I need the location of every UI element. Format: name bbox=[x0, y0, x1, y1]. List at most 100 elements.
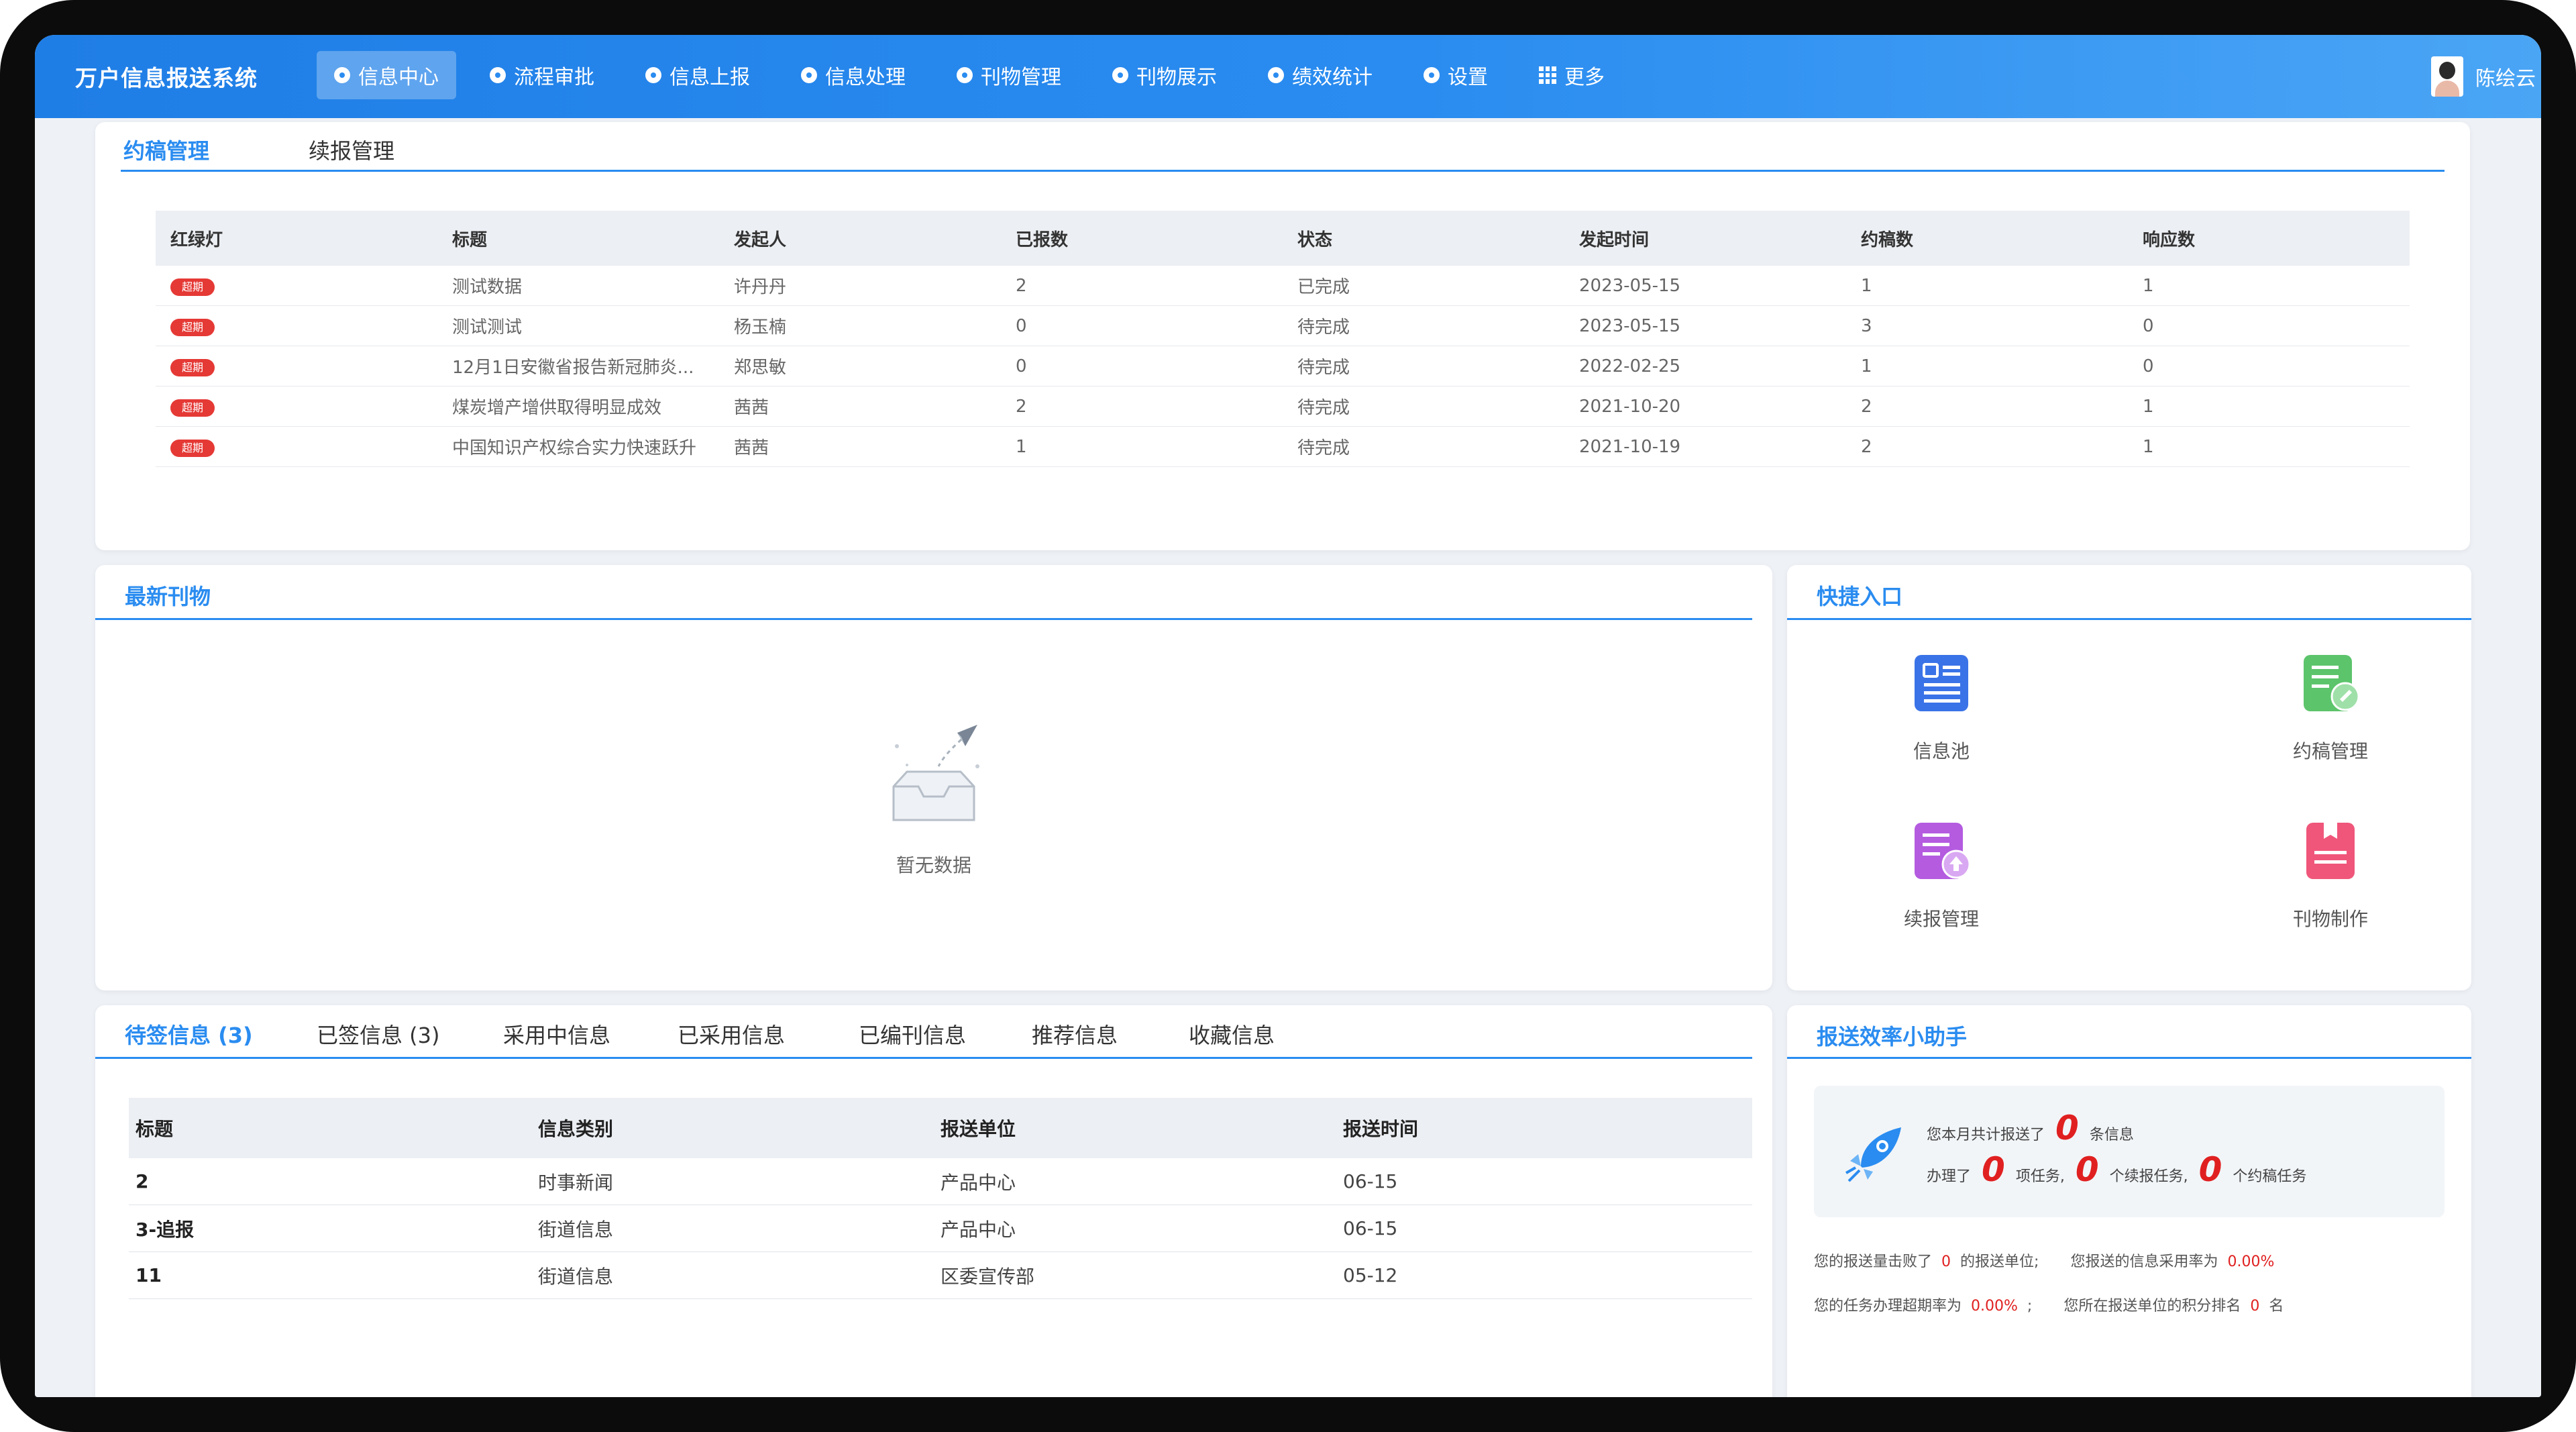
quick-entry-pub-make[interactable]: 刊物制作 bbox=[2230, 820, 2431, 931]
cell-time: 2023-05-15 bbox=[1579, 275, 1681, 296]
col-header: 已报数 bbox=[1016, 229, 1069, 250]
avatar bbox=[2431, 56, 2463, 97]
nav-item-performance[interactable]: 绩效统计 bbox=[1250, 51, 1390, 99]
nav-item-processing[interactable]: 信息处理 bbox=[784, 51, 923, 99]
cell-initiator: 茜茜 bbox=[734, 438, 769, 458]
cell-reported: 2 bbox=[1016, 275, 1027, 296]
cell-title: 煤炭增产增供取得明显成效 bbox=[452, 398, 662, 418]
table-row[interactable]: 3-追报 街道信息 产品中心 06-15 bbox=[129, 1205, 1752, 1252]
col-header: 发起时间 bbox=[1579, 229, 1650, 250]
nav-item-info-center[interactable]: 信息中心 bbox=[317, 51, 456, 99]
circle-dot-icon bbox=[645, 67, 661, 83]
table-row[interactable]: 超期 测试测试 杨玉楠 0 待完成 2023-05-15 3 0 bbox=[156, 306, 2410, 346]
manuscript-table: 红绿灯 标题 发起人 已报数 状态 发起时间 约稿数 响应数 超期 测试数据 许… bbox=[156, 211, 2410, 467]
rocket-icon bbox=[1845, 1127, 1901, 1182]
status-badge: 超期 bbox=[170, 319, 215, 336]
table-header: 红绿灯 标题 发起人 已报数 状态 发起时间 约稿数 响应数 bbox=[156, 211, 2410, 266]
tab-favorites[interactable]: 收藏信息 bbox=[1189, 1019, 1275, 1050]
cell-category: 街道信息 bbox=[538, 1218, 614, 1241]
cell-initiator: 许丹丹 bbox=[734, 277, 787, 297]
table-row[interactable]: 超期 12月1日安徽省报告新冠肺炎... 郑思敏 0 待完成 2022-02-2… bbox=[156, 346, 2410, 387]
efficiency-stats-2: 您的任务办理超期率为 0.00%; 您所在报送单位的积分排名 0 名 bbox=[1814, 1298, 2284, 1315]
nav-item-settings[interactable]: 设置 bbox=[1406, 51, 1505, 99]
cell-time: 2021-10-19 bbox=[1579, 436, 1681, 457]
manuscript-tabs: 约稿管理 续报管理 bbox=[121, 122, 2445, 172]
document-list-icon bbox=[1915, 655, 1968, 711]
cell-title: 3-追报 bbox=[136, 1218, 195, 1241]
tab-followup[interactable]: 续报管理 bbox=[309, 134, 394, 165]
top-navigation-bar: 万户信息报送系统 信息中心 流程审批 信息上报 信息处理 刊物管理 刊物展示 绩… bbox=[35, 35, 2541, 118]
quick-entry-followup[interactable]: 续报管理 bbox=[1841, 820, 2042, 931]
app-screen: 万户信息报送系统 信息中心 流程审批 信息上报 信息处理 刊物管理 刊物展示 绩… bbox=[35, 35, 2541, 1397]
tab-pending-sign[interactable]: 待签信息 (3) bbox=[125, 1019, 253, 1050]
reported-count: 0 bbox=[2055, 1109, 2079, 1147]
efficiency-summary: 您本月共计报送了 0 条信息 办理了 0 项任务, 0 个续报任务, 0 个约稿… bbox=[1814, 1086, 2445, 1217]
table-row[interactable]: 超期 中国知识产权综合实力快速跃升 茜茜 1 待完成 2021-10-19 2 … bbox=[156, 427, 2410, 467]
cell-time: 06-15 bbox=[1343, 1170, 1398, 1192]
tab-adopted[interactable]: 已采用信息 bbox=[678, 1019, 785, 1050]
table-row[interactable]: 超期 煤炭增产增供取得明显成效 茜茜 2 待完成 2021-10-20 2 1 bbox=[156, 387, 2410, 427]
main-nav: 信息中心 流程审批 信息上报 信息处理 刊物管理 刊物展示 绩效统计 设置 更多 bbox=[317, 51, 1638, 99]
circle-dot-icon bbox=[1268, 67, 1284, 83]
cell-title: 中国知识产权综合实力快速跃升 bbox=[452, 438, 697, 458]
cell-status: 待完成 bbox=[1297, 398, 1350, 418]
cell-initiator: 茜茜 bbox=[734, 398, 769, 418]
tab-published[interactable]: 已编刊信息 bbox=[859, 1019, 966, 1050]
circle-dot-icon bbox=[490, 67, 506, 83]
tab-signed[interactable]: 已签信息 (3) bbox=[317, 1019, 440, 1050]
quick-entry-label: 续报管理 bbox=[1903, 908, 1979, 930]
cell-requests: 3 bbox=[1861, 315, 1872, 336]
empty-inbox-icon bbox=[892, 725, 979, 821]
tab-recommended[interactable]: 推荐信息 bbox=[1032, 1019, 1118, 1050]
cell-time: 2023-05-15 bbox=[1579, 315, 1681, 336]
document-upload-icon bbox=[1915, 823, 1971, 879]
cell-responses: 1 bbox=[2143, 275, 2154, 296]
cell-requests: 1 bbox=[1861, 275, 1872, 296]
efficiency-panel: 报送效率小助手 您本月共计报送了 0 条信息 办理了 0 项任务, 0 个续报任… bbox=[1787, 1005, 2471, 1397]
manuscript-panel: 约稿管理 续报管理 红绿灯 标题 发起人 已报数 状态 发起时间 约稿数 响应数… bbox=[95, 122, 2470, 550]
cell-responses: 1 bbox=[2143, 436, 2154, 457]
table-row[interactable]: 11 街道信息 区委宣传部 05-12 bbox=[129, 1252, 1752, 1299]
nav-item-more[interactable]: 更多 bbox=[1521, 51, 1622, 99]
task-count: 0 bbox=[1982, 1150, 2005, 1189]
empty-state: 暂无数据 bbox=[95, 719, 1772, 878]
quick-entry-manuscript[interactable]: 约稿管理 bbox=[2230, 652, 2431, 764]
quick-entry-head: 快捷入口 bbox=[1787, 565, 2471, 620]
quick-entry-panel: 快捷入口 信息池 约稿管理 续报管理 刊物制作 bbox=[1787, 565, 2471, 990]
cell-requests: 1 bbox=[1861, 356, 1872, 376]
table-row[interactable]: 2 时事新闻 产品中心 06-15 bbox=[129, 1158, 1752, 1205]
cell-title: 测试测试 bbox=[452, 317, 523, 338]
latest-publications-head: 最新刊物 bbox=[95, 565, 1752, 620]
cell-status: 已完成 bbox=[1297, 277, 1350, 297]
col-header: 状态 bbox=[1297, 229, 1333, 250]
cell-reported: 0 bbox=[1016, 315, 1027, 336]
cell-unit: 产品中心 bbox=[941, 1171, 1016, 1194]
nav-item-pub-manage[interactable]: 刊物管理 bbox=[939, 51, 1079, 99]
cell-time: 2022-02-25 bbox=[1579, 356, 1681, 376]
col-header: 标题 bbox=[452, 229, 488, 250]
cell-responses: 0 bbox=[2143, 356, 2154, 376]
status-badge: 超期 bbox=[170, 440, 215, 457]
cell-unit: 区委宣传部 bbox=[941, 1265, 1035, 1288]
cell-reported: 1 bbox=[1016, 436, 1027, 457]
circle-dot-icon bbox=[334, 67, 350, 83]
nav-item-report[interactable]: 信息上报 bbox=[628, 51, 767, 99]
document-edit-icon bbox=[2304, 655, 2360, 711]
cell-status: 待完成 bbox=[1297, 317, 1350, 338]
nav-item-approval[interactable]: 流程审批 bbox=[472, 51, 612, 99]
quick-entry-info-pool[interactable]: 信息池 bbox=[1841, 652, 2042, 764]
tab-manuscript[interactable]: 约稿管理 bbox=[123, 134, 209, 165]
quick-entry-title: 快捷入口 bbox=[1817, 584, 1903, 609]
table-row[interactable]: 超期 测试数据 许丹丹 2 已完成 2023-05-15 1 1 bbox=[156, 266, 2410, 306]
efficiency-head: 报送效率小助手 bbox=[1787, 1005, 2471, 1059]
cell-status: 待完成 bbox=[1297, 438, 1350, 458]
followup-count: 0 bbox=[2075, 1150, 2099, 1189]
nav-item-pub-show[interactable]: 刊物展示 bbox=[1095, 51, 1234, 99]
col-header: 信息类别 bbox=[538, 1118, 614, 1140]
cell-responses: 1 bbox=[2143, 396, 2154, 417]
empty-text: 暂无数据 bbox=[896, 854, 971, 876]
user-menu[interactable]: 陈绘云 bbox=[2431, 56, 2536, 97]
col-header: 红绿灯 bbox=[170, 229, 223, 250]
circle-dot-icon bbox=[1424, 67, 1440, 83]
tab-adopting[interactable]: 采用中信息 bbox=[503, 1019, 610, 1050]
